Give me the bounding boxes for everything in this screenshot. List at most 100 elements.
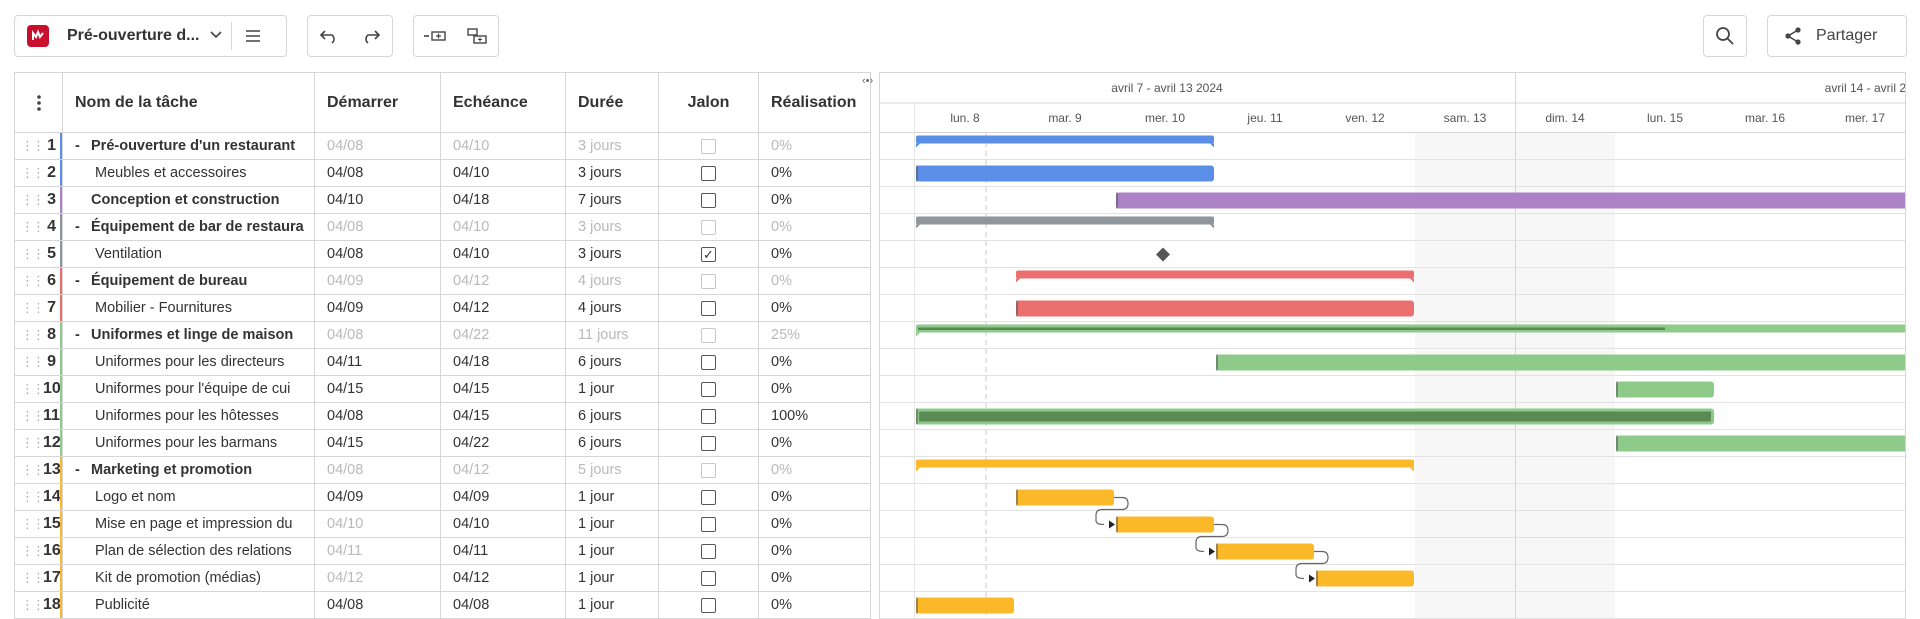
completion-cell[interactable]: 0% — [759, 376, 872, 402]
start-date-cell[interactable]: 04/15 — [315, 376, 441, 402]
duration-cell[interactable]: 4 jours — [566, 268, 659, 294]
milestone-checkbox[interactable] — [701, 192, 716, 208]
end-date-cell[interactable]: 04/22 — [441, 322, 566, 348]
completion-cell[interactable]: 0% — [759, 160, 872, 186]
completion-cell[interactable]: 0% — [759, 268, 872, 294]
milestone-checkbox[interactable] — [701, 165, 716, 181]
header-completion[interactable]: Réalisation — [759, 73, 872, 133]
drag-handle-icon[interactable]: ⋮⋮ — [21, 516, 45, 532]
collapse-toggle-icon[interactable]: - — [75, 273, 87, 289]
task-bar[interactable] — [1316, 570, 1414, 587]
task-name-cell[interactable]: - Pré-ouverture d'un restaurant — [63, 133, 315, 159]
task-name-cell[interactable]: Meubles et accessoires — [63, 160, 315, 186]
task-name-cell[interactable]: Plan de sélection des relations — [63, 538, 315, 564]
milestone-marker[interactable] — [1156, 247, 1170, 262]
milestone-checkbox[interactable] — [701, 489, 716, 505]
task-bar[interactable] — [1216, 543, 1314, 560]
collapse-toggle-icon[interactable]: - — [75, 219, 87, 235]
drag-handle-icon[interactable]: ⋮⋮ — [21, 354, 45, 370]
drag-handle-icon[interactable]: ⋮⋮ — [21, 462, 45, 478]
drag-handle-icon[interactable]: ⋮⋮ — [21, 408, 45, 424]
task-name-cell[interactable]: Ventilation — [63, 241, 315, 267]
end-date-cell[interactable]: 04/12 — [441, 295, 566, 321]
drag-handle-icon[interactable]: ⋮⋮ — [21, 300, 45, 316]
end-date-cell[interactable]: 04/18 — [441, 349, 566, 375]
start-date-cell[interactable]: 04/08 — [315, 322, 441, 348]
milestone-checkbox[interactable] — [701, 597, 716, 613]
milestone-checkbox[interactable] — [701, 516, 716, 532]
task-bar[interactable] — [916, 597, 1014, 614]
chevron-down-icon[interactable] — [209, 27, 223, 45]
milestone-checkbox[interactable] — [701, 570, 716, 586]
duration-cell[interactable]: 3 jours — [566, 214, 659, 240]
summary-bar[interactable] — [916, 216, 1214, 225]
duration-cell[interactable]: 6 jours — [566, 430, 659, 456]
start-date-cell[interactable]: 04/08 — [315, 214, 441, 240]
end-date-cell[interactable]: 04/10 — [441, 241, 566, 267]
summary-bar[interactable] — [1016, 270, 1414, 279]
duration-cell[interactable]: 7 jours — [566, 187, 659, 213]
table-row[interactable]: ⋮⋮ 3 Conception et construction 04/10 04/18 7… — [15, 187, 870, 214]
table-row[interactable]: ⋮⋮ 5 Ventilation 04/08 04/10 3 jours ✓ 0% — [15, 241, 870, 268]
task-bar[interactable] — [1016, 489, 1114, 506]
start-date-cell[interactable]: 04/08 — [315, 457, 441, 483]
duration-cell[interactable]: 4 jours — [566, 295, 659, 321]
task-name-cell[interactable]: - Uniformes et linge de maison — [63, 322, 315, 348]
duration-cell[interactable]: 3 jours — [566, 160, 659, 186]
task-name-cell[interactable]: - Marketing et promotion — [63, 457, 315, 483]
milestone-checkbox[interactable] — [701, 462, 716, 478]
completion-cell[interactable]: 0% — [759, 133, 872, 159]
search-icon[interactable] — [1704, 16, 1746, 56]
duration-cell[interactable]: 1 jour — [566, 565, 659, 591]
drag-handle-icon[interactable]: ⋮⋮ — [21, 246, 45, 262]
task-bar[interactable] — [1216, 354, 1906, 371]
header-name[interactable]: Nom de la tâche — [63, 73, 315, 133]
completion-cell[interactable]: 25% — [759, 322, 872, 348]
start-date-cell[interactable]: 04/08 — [315, 592, 441, 618]
duration-cell[interactable]: 1 jour — [566, 592, 659, 618]
start-date-cell[interactable]: 04/11 — [315, 349, 441, 375]
header-duration[interactable]: Durée — [566, 73, 659, 133]
start-date-cell[interactable]: 04/09 — [315, 295, 441, 321]
table-row[interactable]: ⋮⋮ 4- Équipement de bar de restaura 04/08 04… — [15, 214, 870, 241]
milestone-checkbox[interactable] — [701, 381, 716, 397]
task-name-cell[interactable]: Logo et nom — [63, 484, 315, 510]
task-name-cell[interactable]: Mobilier - Fournitures — [63, 295, 315, 321]
start-date-cell[interactable]: 04/09 — [315, 484, 441, 510]
drag-handle-icon[interactable]: ⋮⋮ — [21, 219, 45, 235]
drag-handle-icon[interactable]: ⋮⋮ — [21, 192, 45, 208]
duration-cell[interactable]: 5 jours — [566, 457, 659, 483]
drag-handle-icon[interactable]: ⋮⋮ — [21, 381, 45, 397]
start-date-cell[interactable]: 04/10 — [315, 187, 441, 213]
end-date-cell[interactable]: 04/08 — [441, 592, 566, 618]
duration-cell[interactable]: 6 jours — [566, 349, 659, 375]
start-date-cell[interactable]: 04/08 — [315, 133, 441, 159]
task-name-cell[interactable]: - Équipement de bar de restaura — [63, 214, 315, 240]
drag-handle-icon[interactable]: ⋮⋮ — [21, 327, 45, 343]
start-date-cell[interactable]: 04/12 — [315, 565, 441, 591]
table-row[interactable]: ⋮⋮ 14 Logo et nom 04/09 04/09 1 jour 0% — [15, 484, 870, 511]
duration-cell[interactable]: 1 jour — [566, 376, 659, 402]
milestone-checkbox[interactable]: ✓ — [701, 246, 716, 262]
task-bar[interactable] — [1016, 300, 1414, 317]
completion-cell[interactable]: 0% — [759, 295, 872, 321]
milestone-checkbox[interactable] — [701, 300, 716, 316]
end-date-cell[interactable]: 04/09 — [441, 484, 566, 510]
share-button[interactable]: Partager — [1767, 15, 1907, 57]
table-row[interactable]: ⋮⋮ 9 Uniformes pour les directeurs 04/11 04/… — [15, 349, 870, 376]
completion-cell[interactable]: 0% — [759, 430, 872, 456]
redo-icon[interactable] — [350, 16, 392, 56]
completion-cell[interactable]: 0% — [759, 538, 872, 564]
table-row[interactable]: ⋮⋮ 10 Uniformes pour l'équipe de cui 04/15 0… — [15, 376, 870, 403]
completion-cell[interactable]: 0% — [759, 241, 872, 267]
milestone-checkbox[interactable] — [701, 354, 716, 370]
task-name-cell[interactable]: Publicité — [63, 592, 315, 618]
end-date-cell[interactable]: 04/11 — [441, 538, 566, 564]
duration-cell[interactable]: 6 jours — [566, 403, 659, 429]
task-bar[interactable] — [1116, 192, 1906, 209]
summary-bar[interactable] — [916, 459, 1414, 468]
table-row[interactable]: ⋮⋮ 6- Équipement de bureau 04/09 04/12 4 jour… — [15, 268, 870, 295]
collapse-toggle-icon[interactable]: - — [75, 462, 87, 478]
milestone-checkbox[interactable] — [701, 408, 716, 424]
table-row[interactable]: ⋮⋮ 18 Publicité 04/08 04/08 1 jour 0% — [15, 592, 870, 619]
